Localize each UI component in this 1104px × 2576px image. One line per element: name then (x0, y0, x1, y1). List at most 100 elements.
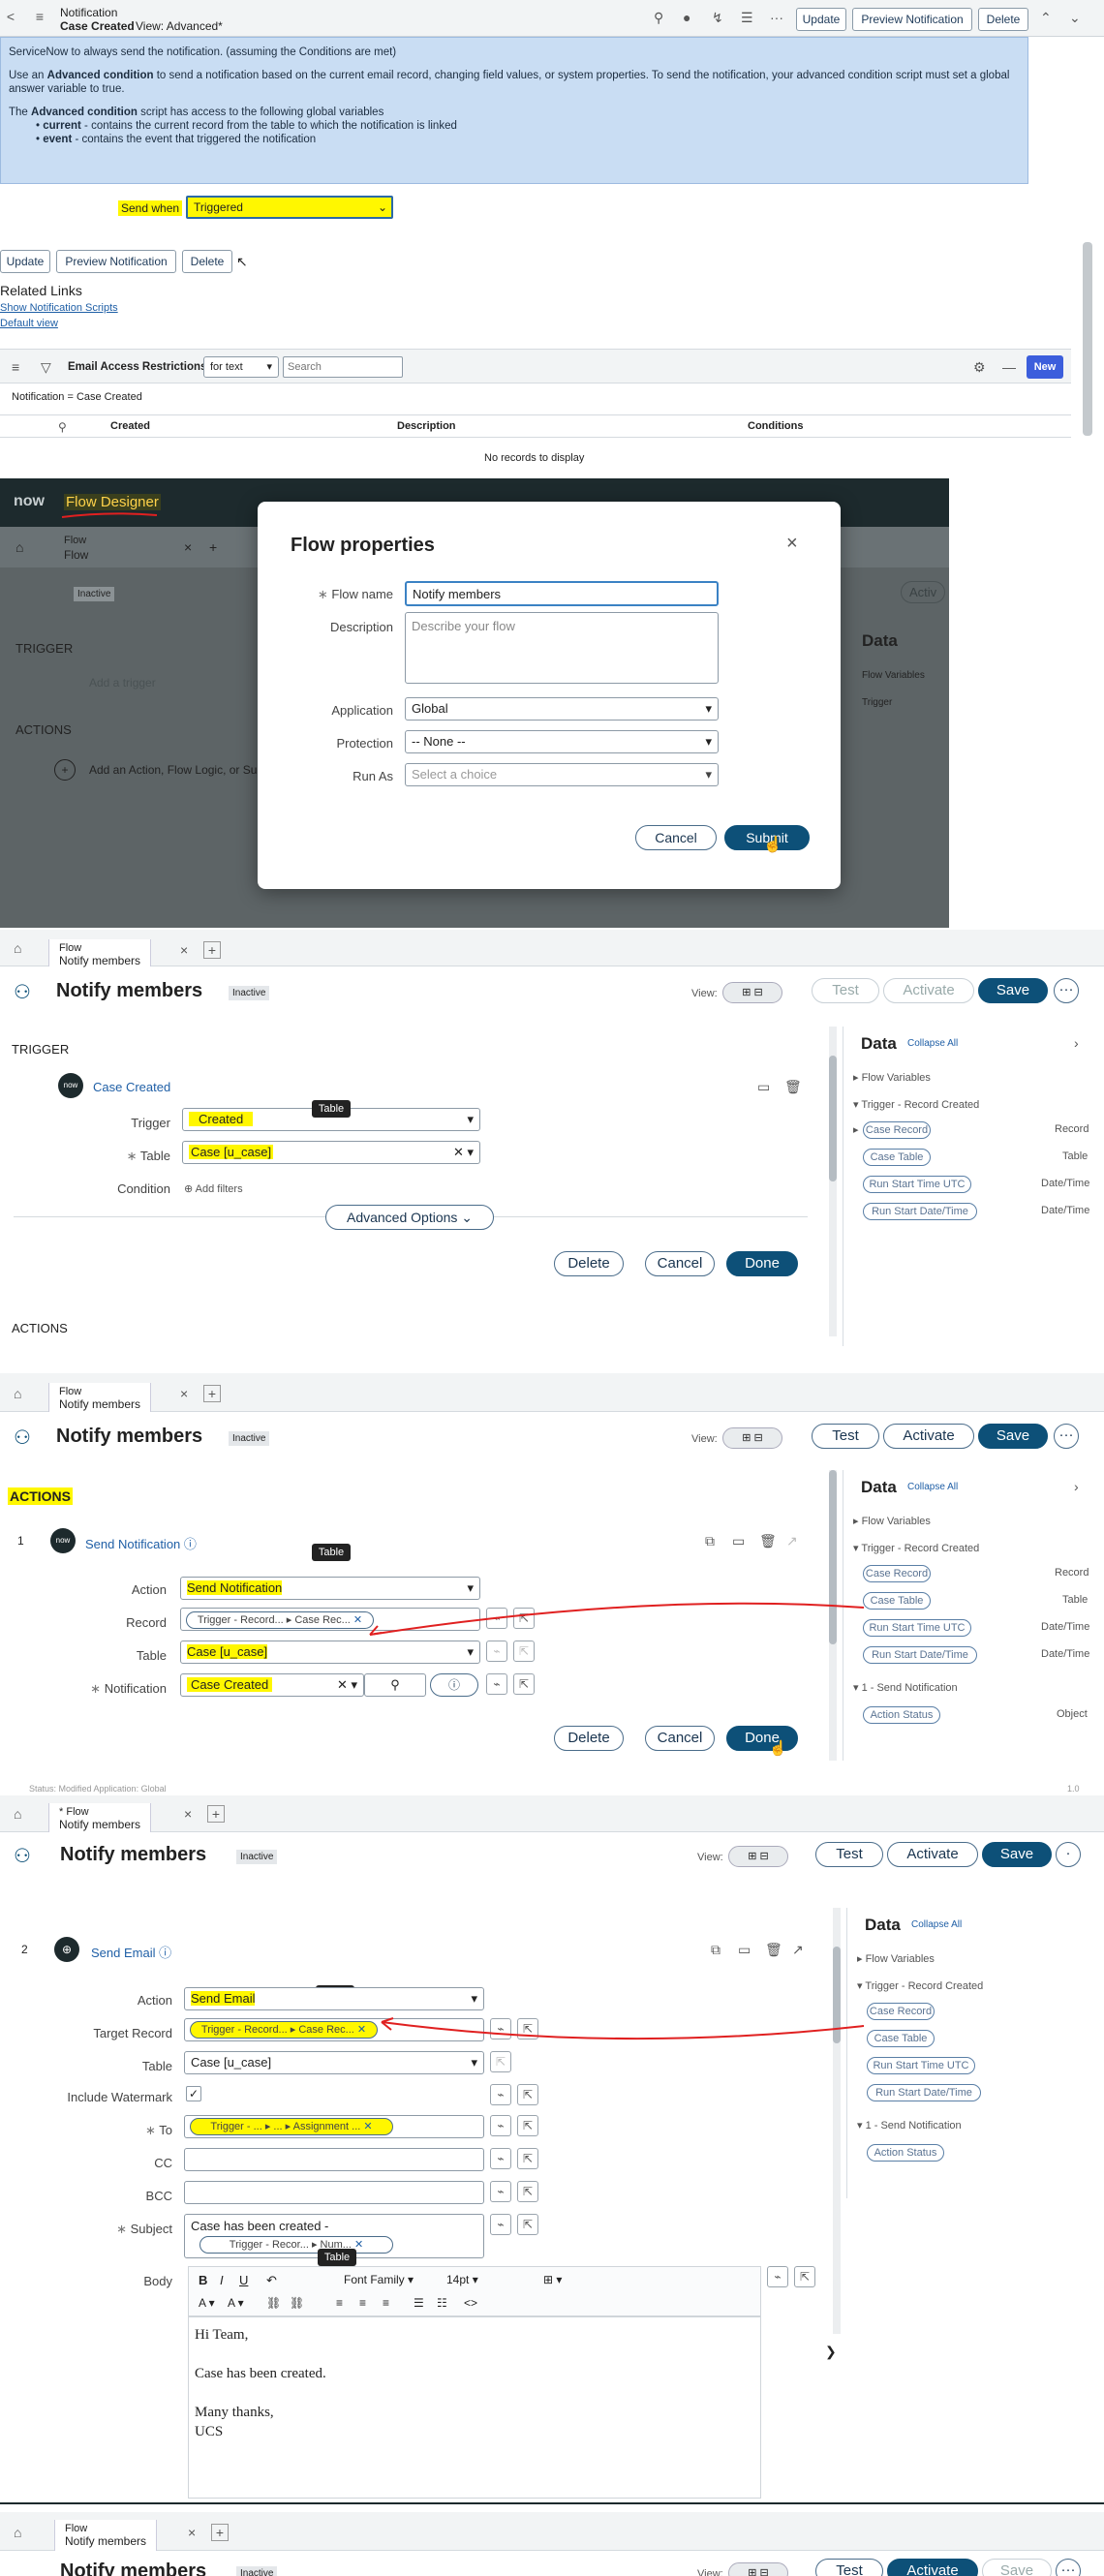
comment-icon[interactable]: ▭ (738, 1943, 751, 1956)
next-record-icon[interactable]: ⌄ (1069, 11, 1081, 24)
save-button[interactable]: Save (982, 2559, 1052, 2576)
flow-tab[interactable]: Flow Notify members (48, 1383, 152, 1412)
send-notification-node[interactable]: ▾ 1 - Send Notification (857, 2119, 962, 2131)
trigger-delete-button[interactable]: Delete (554, 1251, 624, 1276)
data-pill-picker-icon[interactable]: ⇱ (517, 2181, 538, 2202)
chevron-right-icon[interactable]: › (1074, 1480, 1079, 1493)
column-created[interactable]: Created (110, 420, 150, 432)
case-record-pill[interactable]: Case Record (867, 2003, 935, 2020)
chevron-right-icon[interactable]: › (1074, 1036, 1079, 1050)
action-status-pill[interactable]: Action Status (867, 2144, 944, 2162)
application-select[interactable]: Global ▾ (405, 697, 719, 721)
column-search-icon[interactable]: ⚲ (58, 420, 67, 434)
settings-icon[interactable]: ☰ (741, 11, 753, 24)
activity-icon[interactable]: ↯ (712, 11, 723, 24)
subject-data-pill[interactable]: Trigger - Recor... ▸ Num... ✕ (199, 2236, 393, 2254)
activate-button[interactable]: Activate (887, 1842, 978, 1867)
data-pill-picker-icon[interactable]: ⇱ (517, 2214, 538, 2235)
script-toggle-icon[interactable]: ⌁ (490, 2148, 511, 2169)
script-toggle-icon[interactable]: ⌁ (490, 2115, 511, 2136)
bcc-field[interactable] (184, 2181, 484, 2204)
run-start-date-time-pill[interactable]: Run Start Date/Time (867, 2084, 981, 2101)
view-label[interactable]: View: Advanced* (136, 19, 223, 33)
action-name[interactable]: Send Notification ⓘ (85, 1534, 197, 1552)
view-toggle[interactable]: ⊞ ⊟ (722, 982, 782, 1003)
script-toggle-icon[interactable]: ⌁ (767, 2266, 788, 2287)
run-start-date-time-pill[interactable]: Run Start Date/Time (863, 1646, 977, 1664)
trash-icon[interactable]: 🗑 (759, 1534, 777, 1548)
scrollbar[interactable] (833, 1908, 841, 2334)
protection-select[interactable]: -- None -- ▾ (405, 730, 719, 753)
add-tab-icon[interactable]: + (209, 540, 217, 554)
show-notification-scripts-link[interactable]: Show Notification Scripts (0, 302, 118, 314)
default-view-link[interactable]: Default view (0, 318, 58, 329)
to-data-pill[interactable]: Trigger - ... ▸ ... ▸ Assignment ... ✕ (190, 2118, 393, 2135)
copy-icon[interactable]: ⧉ (711, 1943, 721, 1956)
save-button[interactable]: Save (978, 978, 1048, 1003)
scrollbar[interactable] (829, 1027, 837, 1336)
back-icon[interactable]: < (4, 10, 17, 23)
unlink-icon[interactable]: ⛓ (290, 2296, 304, 2310)
activate-button[interactable]: Activate (883, 978, 974, 1003)
comment-icon[interactable]: ▭ (732, 1534, 745, 1548)
close-tab-icon[interactable]: × (184, 1807, 192, 1821)
view-toggle[interactable]: ⊞ ⊟ (728, 2562, 788, 2576)
case-record-pill[interactable]: Case Record (863, 1565, 931, 1582)
italic-icon[interactable]: I (220, 2273, 224, 2287)
align-left-icon[interactable]: ≡ (336, 2296, 343, 2310)
notification-select[interactable]: Case Created ✕ ▾ (180, 1673, 364, 1697)
include-watermark-checkbox[interactable]: ✓ (186, 2086, 201, 2101)
font-family-select[interactable]: Font Family ▾ (344, 2273, 414, 2286)
save-button[interactable]: Save (978, 1424, 1048, 1449)
notification-search-button[interactable]: ⚲ (364, 1673, 426, 1697)
data-pill-picker-icon[interactable]: ⇱ (517, 2148, 538, 2169)
preview-notification-button-bottom[interactable]: Preview Notification (56, 250, 176, 273)
close-tab-icon[interactable]: × (180, 943, 188, 957)
trigger-done-button[interactable]: Done (726, 1251, 798, 1276)
case-table-pill[interactable]: Case Table (863, 1149, 931, 1166)
comment-icon[interactable]: ▭ (757, 1080, 770, 1093)
font-size-select[interactable]: 14pt ▾ (446, 2273, 478, 2286)
vertical-scrollbar[interactable] (1083, 242, 1092, 436)
collapse-all-link[interactable]: Collapse All (907, 1038, 958, 1049)
description-textarea[interactable]: Describe your flow (405, 612, 719, 684)
add-tab-icon[interactable]: + (211, 2524, 229, 2541)
script-toggle-icon[interactable]: ⌁ (486, 1673, 507, 1695)
trigger-name[interactable]: Case Created (93, 1080, 170, 1094)
save-button[interactable]: Save (982, 1842, 1052, 1867)
view-toggle[interactable]: ⊞ ⊟ (722, 1427, 782, 1449)
more-options-button[interactable]: · (1056, 1842, 1081, 1867)
menu-icon[interactable]: ≡ (33, 10, 46, 23)
column-conditions[interactable]: Conditions (748, 420, 803, 432)
delete-button[interactable]: Delete (978, 8, 1028, 31)
flow-variables-node[interactable]: ▸ Flow Variables (857, 1952, 935, 1965)
align-center-icon[interactable]: ≡ (359, 2296, 366, 2310)
test-button[interactable]: Test (812, 978, 879, 1003)
more-options-button[interactable]: ··· (1056, 2559, 1081, 2576)
bullet-list-icon[interactable]: ☰ (414, 2296, 424, 2310)
record-data-pill[interactable]: Trigger - Record... ▸ Case Rec... ✕ (186, 1611, 374, 1629)
target-record-data-pill[interactable]: Trigger - Record... ▸ Case Rec... ✕ (190, 2021, 378, 2039)
more-options-button[interactable]: ··· (1054, 1424, 1079, 1449)
delete-button-bottom[interactable]: Delete (182, 250, 232, 273)
filter-icon[interactable]: ▽ (41, 360, 51, 374)
text-color-icon[interactable]: A ▾ (199, 2296, 215, 2310)
add-tab-icon[interactable]: + (203, 941, 221, 959)
bold-icon[interactable]: B (199, 2273, 207, 2287)
popout-icon[interactable]: ↗ (786, 1534, 798, 1548)
test-button[interactable]: Test (815, 2559, 883, 2576)
data-pill-picker-icon[interactable]: ⇱ (513, 1673, 535, 1695)
run-start-date-time-pill[interactable]: Run Start Date/Time (863, 1203, 977, 1220)
undo-icon[interactable]: ↶ (266, 2273, 277, 2288)
add-tab-icon[interactable]: + (203, 1385, 221, 1402)
script-toggle-icon[interactable]: ⌁ (490, 2181, 511, 2202)
data-pill-picker-icon[interactable]: ⇱ (517, 2084, 538, 2105)
flow-tab[interactable]: * Flow Notify members (48, 1803, 152, 1832)
minimize-icon[interactable]: — (1002, 360, 1016, 374)
action-name[interactable]: Send Email ⓘ (91, 1943, 171, 1961)
action-cancel-button[interactable]: Cancel (645, 1726, 715, 1751)
email-body-editor[interactable]: Hi Team, Case has been created. Many tha… (188, 2316, 761, 2499)
case-record-pill[interactable]: Case Record (863, 1121, 931, 1139)
close-icon[interactable]: × (786, 534, 798, 553)
search-input[interactable] (283, 356, 403, 378)
